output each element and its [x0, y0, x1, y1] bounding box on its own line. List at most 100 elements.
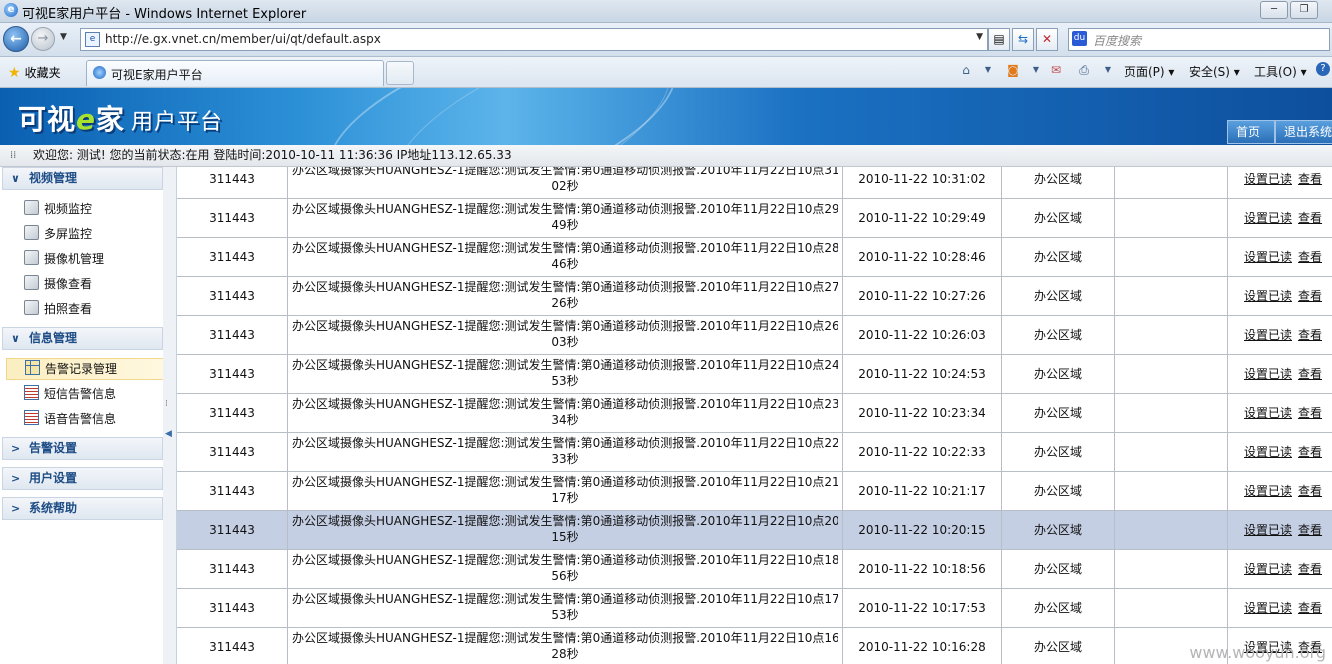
table-row[interactable]: 311443 办公区域摄像头HUANGHESZ-1提醒您:测试发生警情:第0通道移… — [177, 394, 1332, 433]
row-actions: 设置已读 查看 — [1228, 355, 1332, 393]
set-read-link[interactable]: 设置已读 — [1244, 172, 1292, 186]
sidebar-item-voice-alarm[interactable]: 语音告警信息 — [24, 409, 116, 429]
refresh-icon[interactable]: ⇆ — [1012, 28, 1034, 51]
search-placeholder[interactable]: 百度搜索 — [1093, 32, 1141, 49]
row-message: 办公区域摄像头HUANGHESZ-1提醒您:测试发生警情:第0通道移动侦测报警.… — [288, 316, 843, 354]
sidebar-item-multi-screen[interactable]: 多屏监控 — [24, 224, 92, 244]
table-row[interactable]: 311443 办公区域摄像头HUANGHESZ-1提醒您:测试发生警情:第0通道移… — [177, 238, 1332, 277]
set-read-link[interactable]: 设置已读 — [1244, 211, 1292, 225]
home-icon[interactable]: ⌂ — [958, 63, 974, 77]
home-dropdown-icon[interactable]: ▼ — [980, 65, 996, 79]
table-row[interactable]: 311443 办公区域摄像头HUANGHESZ-1提醒您:测试发生警情:第0通道移… — [177, 167, 1332, 199]
set-read-link[interactable]: 设置已读 — [1244, 250, 1292, 264]
set-read-link[interactable]: 设置已读 — [1244, 367, 1292, 381]
sidebar-section-user-settings[interactable]: > 用户设置 — [2, 467, 163, 490]
row-message-line2: 34秒 — [551, 413, 579, 427]
collapse-arrow-icon[interactable]: ◀ — [165, 429, 172, 439]
feeds-icon[interactable]: ◙ — [1005, 63, 1021, 77]
set-read-link[interactable]: 设置已读 — [1244, 601, 1292, 615]
nav-logout-button[interactable]: 退出系统 — [1275, 120, 1332, 144]
view-link[interactable]: 查看 — [1298, 406, 1322, 420]
sidebar-item-camera-view[interactable]: 摄像查看 — [24, 274, 92, 294]
sidebar-item-photo-view[interactable]: 拍照查看 — [24, 299, 92, 319]
set-read-link[interactable]: 设置已读 — [1244, 328, 1292, 342]
sidebar-item-sms-alarm[interactable]: 短信告警信息 — [24, 384, 116, 404]
row-message-line2: 53秒 — [551, 608, 579, 622]
row-message-line1: 办公区域摄像头HUANGHESZ-1提醒您:测试发生警情:第0通道移动侦测报警.… — [292, 592, 838, 606]
tools-menu[interactable]: 工具(O) ▾ — [1254, 63, 1307, 80]
sidebar-item-video-monitor[interactable]: 视频监控 — [24, 199, 92, 219]
table-row[interactable]: 311443 办公区域摄像头HUANGHESZ-1提醒您:测试发生警情:第0通道移… — [177, 550, 1332, 589]
row-message-line2: 56秒 — [551, 569, 579, 583]
table-row[interactable]: 311443 办公区域摄像头HUANGHESZ-1提醒您:测试发生警情:第0通道移… — [177, 472, 1332, 511]
view-link[interactable]: 查看 — [1298, 328, 1322, 342]
print-dropdown-icon[interactable]: ▼ — [1100, 65, 1116, 79]
tab-ie-icon — [93, 66, 106, 79]
table-row[interactable]: 311443 办公区域摄像头HUANGHESZ-1提醒您:测试发生警情:第0通道移… — [177, 355, 1332, 394]
row-message-line2: 02秒 — [551, 179, 579, 193]
table-row[interactable]: 311443 办公区域摄像头HUANGHESZ-1提醒您:测试发生警情:第0通道移… — [177, 628, 1332, 664]
table-row[interactable]: 311443 办公区域摄像头HUANGHESZ-1提醒您:测试发生警情:第0通道移… — [177, 199, 1332, 238]
set-read-link[interactable]: 设置已读 — [1244, 406, 1292, 420]
sidebar-section-help[interactable]: > 系统帮助 — [2, 497, 163, 520]
view-link[interactable]: 查看 — [1298, 172, 1322, 186]
page-menu[interactable]: 页面(P) ▾ — [1124, 63, 1174, 80]
address-bar[interactable]: e http://e.gx.vnet.cn/member/ui/qt/defau… — [80, 28, 988, 51]
view-link[interactable]: 查看 — [1298, 250, 1322, 264]
sidebar-section-info[interactable]: ∨ 信息管理 — [2, 327, 163, 350]
view-link[interactable]: 查看 — [1298, 211, 1322, 225]
favorites-button[interactable]: ★ 收藏夹 — [8, 64, 61, 81]
address-url[interactable]: http://e.gx.vnet.cn/member/ui/qt/default… — [105, 32, 381, 46]
view-link[interactable]: 查看 — [1298, 484, 1322, 498]
table-row[interactable]: 311443 办公区域摄像头HUANGHESZ-1提醒您:测试发生警情:第0通道移… — [177, 277, 1332, 316]
help-icon[interactable]: ? — [1316, 62, 1330, 76]
view-link[interactable]: 查看 — [1298, 601, 1322, 615]
sidebar-item-label: 视频监控 — [44, 202, 93, 216]
row-message: 办公区域摄像头HUANGHESZ-1提醒您:测试发生警情:第0通道移动侦测报警.… — [288, 277, 843, 315]
row-time: 2010-11-22 10:20:15 — [843, 511, 1002, 549]
set-read-link[interactable]: 设置已读 — [1244, 523, 1292, 537]
table-row[interactable]: 311443 办公区域摄像头HUANGHESZ-1提醒您:测试发生警情:第0通道移… — [177, 433, 1332, 472]
chevron-down-icon: ∨ — [11, 332, 20, 345]
search-box[interactable]: du 百度搜索 — [1068, 28, 1330, 51]
browser-tab[interactable]: 可视E家用户平台 — [86, 60, 384, 86]
table-row[interactable]: 311443 办公区域摄像头HUANGHESZ-1提醒您:测试发生警情:第0通道移… — [177, 589, 1332, 628]
row-message: 办公区域摄像头HUANGHESZ-1提醒您:测试发生警情:第0通道移动侦测报警.… — [288, 472, 843, 510]
compatibility-view-icon[interactable]: ▤ — [988, 28, 1010, 51]
sidebar-section-video[interactable]: ∨ 视频管理 — [2, 167, 163, 190]
row-area: 办公区域 — [1002, 394, 1115, 432]
address-dropdown-icon[interactable]: ▼ — [976, 32, 983, 42]
row-message-line1: 办公区域摄像头HUANGHESZ-1提醒您:测试发生警情:第0通道移动侦测报警.… — [292, 436, 838, 450]
history-dropdown-icon[interactable]: ▼ — [60, 32, 67, 42]
set-read-link[interactable]: 设置已读 — [1244, 445, 1292, 459]
set-read-link[interactable]: 设置已读 — [1244, 562, 1292, 576]
mail-icon[interactable]: ✉ — [1048, 63, 1064, 77]
view-link[interactable]: 查看 — [1298, 523, 1322, 537]
sidebar-splitter[interactable]: ⁞ ◀ — [163, 167, 177, 664]
new-tab-button[interactable] — [386, 61, 414, 85]
minimize-button[interactable]: ─ — [1260, 1, 1288, 19]
view-link[interactable]: 查看 — [1298, 562, 1322, 576]
forward-button[interactable]: → — [31, 27, 55, 51]
safety-menu[interactable]: 安全(S) ▾ — [1189, 63, 1240, 80]
stop-icon[interactable]: ✕ — [1036, 28, 1058, 51]
restore-button[interactable]: ❐ — [1290, 1, 1318, 19]
table-row[interactable]: 311443 办公区域摄像头HUANGHESZ-1提醒您:测试发生警情:第0通道移… — [177, 316, 1332, 355]
feeds-dropdown-icon[interactable]: ▼ — [1028, 65, 1044, 79]
sidebar-item-alarm-records[interactable]: 告警记录管理 — [6, 358, 166, 380]
sidebar-item-camera-manage[interactable]: 摄像机管理 — [24, 249, 104, 269]
row-message-line1: 办公区域摄像头HUANGHESZ-1提醒您:测试发生警情:第0通道移动侦测报警.… — [292, 358, 838, 372]
chevron-right-icon: > — [11, 472, 21, 485]
view-link[interactable]: 查看 — [1298, 445, 1322, 459]
back-button[interactable]: ← — [3, 26, 29, 52]
set-read-link[interactable]: 设置已读 — [1244, 484, 1292, 498]
row-actions: 设置已读 查看 — [1228, 394, 1332, 432]
row-message-line1: 办公区域摄像头HUANGHESZ-1提醒您:测试发生警情:第0通道移动侦测报警.… — [292, 241, 838, 255]
sidebar-section-alarm-settings[interactable]: > 告警设置 — [2, 437, 163, 460]
print-icon[interactable]: ⎙ — [1076, 63, 1092, 77]
view-link[interactable]: 查看 — [1298, 367, 1322, 381]
view-link[interactable]: 查看 — [1298, 289, 1322, 303]
set-read-link[interactable]: 设置已读 — [1244, 289, 1292, 303]
table-row[interactable]: 311443 办公区域摄像头HUANGHESZ-1提醒您:测试发生警情:第0通道移… — [177, 511, 1332, 550]
nav-home-button[interactable]: 首页 — [1227, 120, 1275, 144]
